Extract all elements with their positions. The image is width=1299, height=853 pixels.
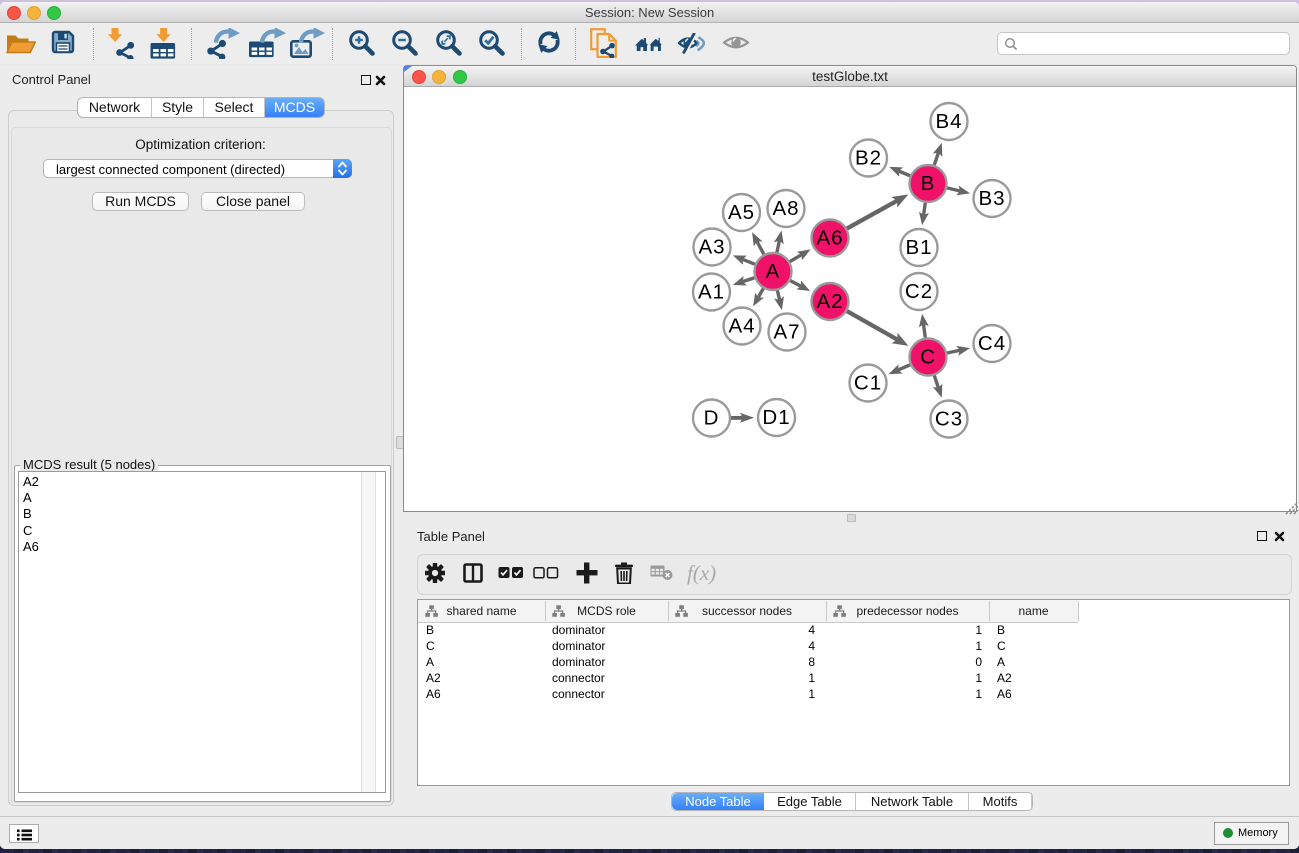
svg-text:C3: C3 <box>935 408 963 431</box>
svg-text:A5: A5 <box>728 201 755 224</box>
svg-text:A3: A3 <box>698 236 725 259</box>
svg-text:B3: B3 <box>978 187 1005 210</box>
svg-text:D1: D1 <box>762 406 790 429</box>
svg-text:B1: B1 <box>905 236 932 259</box>
svg-text:C4: C4 <box>978 332 1006 355</box>
svg-text:C2: C2 <box>905 280 933 303</box>
svg-text:A1: A1 <box>698 281 725 304</box>
svg-text:A4: A4 <box>728 315 755 338</box>
svg-text:A6: A6 <box>816 227 843 250</box>
svg-text:C: C <box>920 346 936 369</box>
svg-text:B2: B2 <box>855 147 882 170</box>
svg-text:D: D <box>704 407 720 430</box>
svg-text:A7: A7 <box>773 321 800 344</box>
svg-text:B: B <box>921 172 936 195</box>
svg-text:B4: B4 <box>935 110 962 133</box>
svg-text:A2: A2 <box>816 290 843 313</box>
svg-text:C1: C1 <box>854 372 882 395</box>
svg-text:A8: A8 <box>772 197 799 220</box>
svg-text:A: A <box>766 260 781 283</box>
